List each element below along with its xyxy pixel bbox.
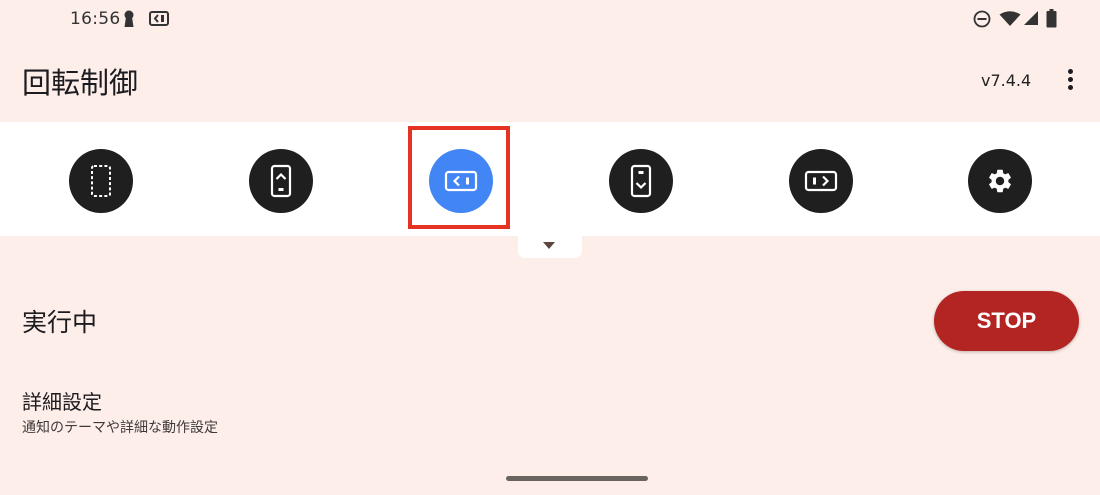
arrow-drop-down-icon [543,242,555,249]
battery-icon [1046,9,1057,28]
reverse-portrait-button[interactable] [609,149,673,213]
portrait-button[interactable] [249,149,313,213]
do-not-disturb-icon [973,10,991,28]
rotation-mode-toolbar [0,122,1100,236]
gesture-nav-bar[interactable] [506,476,648,481]
advanced-settings-subtitle: 通知のテーマや詳細な動作設定 [22,420,218,436]
running-status-label: 実行中 [22,308,98,337]
reverse-landscape-icon [804,170,838,192]
selection-highlight [408,126,510,229]
advanced-settings-item[interactable]: 詳細設定 通知のテーマや詳細な動作設定 [0,375,700,445]
version-label: v7.4.4 [981,71,1032,90]
settings-icon [989,169,1011,193]
expand-toolbar-handle[interactable] [518,235,582,258]
status-time: 16:56 [70,9,121,29]
free-rotation-button[interactable] [69,149,133,213]
reverse-landscape-button[interactable] [789,149,853,213]
free-rotation-icon [91,165,111,197]
portrait-icon [270,164,292,198]
status-bar: 16:56 [0,0,1100,38]
wifi-icon [999,11,1021,26]
page-title: 回転制御 [22,66,139,100]
advanced-settings-title: 詳細設定 [22,390,102,414]
reverse-portrait-icon [630,164,652,198]
settings-button[interactable] [968,149,1032,213]
rotation-app-icon [149,11,169,26]
signal-icon [1024,11,1038,25]
stop-button[interactable]: STOP [934,291,1079,351]
keyhole-icon [124,10,134,27]
more-vert-icon[interactable] [1058,64,1084,96]
